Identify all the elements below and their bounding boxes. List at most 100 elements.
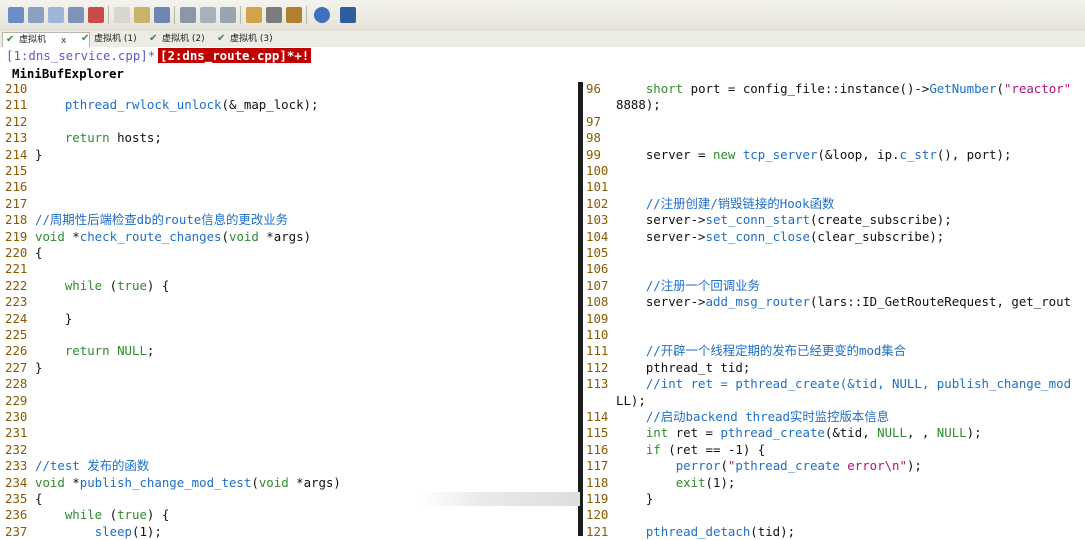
help-icon[interactable] (314, 7, 330, 23)
code-line[interactable]: 211 pthread_rwlock_unlock(&_map_lock); (5, 97, 318, 113)
code-line[interactable]: 237 sleep(1); (5, 524, 162, 540)
line-number: 107 (586, 277, 609, 293)
code-text: if (ret == -1) { (645, 441, 766, 457)
code-line[interactable]: 103 server->set_conn_start(create_subscr… (586, 212, 952, 228)
code-line[interactable]: 8888); (586, 97, 661, 113)
toolbar-separator (240, 6, 241, 24)
find-icon[interactable] (154, 7, 170, 23)
code-line[interactable]: 216 (5, 179, 35, 195)
line-number: 230 (5, 409, 28, 424)
buffer-dns-route[interactable]: [2:dns_route.cpp]*+! (158, 48, 312, 63)
code-text: exit(1); (675, 474, 736, 490)
line-number: 210 (5, 81, 28, 96)
line-number: 101 (586, 179, 609, 195)
code-line[interactable]: 112 pthread_t tid; (586, 360, 750, 376)
code-line[interactable]: 120 (586, 507, 616, 523)
code-line[interactable]: 105 (586, 245, 616, 261)
save-all-icon[interactable] (48, 7, 64, 23)
code-line[interactable]: 121 pthread_detach(tid); (586, 524, 795, 540)
code-line[interactable]: 111 //开辟一个线程定期的发布已经更变的mod集合 (586, 343, 906, 359)
code-line[interactable]: 220 { (5, 245, 42, 261)
save-icon[interactable] (28, 7, 44, 23)
code-line[interactable]: 212 (5, 114, 35, 130)
line-number: 229 (5, 392, 28, 408)
code-text: while (true) { (64, 277, 170, 293)
tab-vm-3[interactable]: ✔ 虚拟机 (3) (214, 32, 292, 47)
tab-vm-1[interactable]: ✔ 虚拟机 (1) (78, 32, 156, 47)
line-number: 96 (586, 81, 601, 96)
code-line[interactable]: 117 perror("pthread_create error\n"); (586, 458, 922, 474)
code-line[interactable]: 222 while (true) { (5, 278, 169, 294)
code-line[interactable]: LL); (586, 393, 646, 409)
code-line[interactable]: 113 //int ret = pthread_create(&tid, NUL… (586, 376, 1071, 392)
code-line[interactable]: 223 (5, 294, 35, 310)
code-line[interactable]: 101 (586, 179, 616, 195)
minibufexplorer-title: MiniBufExplorer (12, 66, 124, 81)
code-line[interactable]: 227} (5, 360, 42, 376)
make-icon[interactable] (220, 7, 236, 23)
code-line[interactable]: 217 (5, 196, 35, 212)
code-text: server->set_conn_start(create_subscribe)… (616, 212, 952, 228)
code-line[interactable]: 213 return hosts; (5, 130, 162, 146)
paste-icon[interactable] (134, 7, 150, 23)
code-line[interactable]: 98 (586, 130, 616, 146)
open-icon[interactable] (8, 7, 24, 23)
tag-icon[interactable] (246, 7, 262, 23)
code-line[interactable]: 115 int ret = pthread_create(&tid, NULL,… (586, 425, 982, 441)
tab-vm-2[interactable]: ✔ 虚拟机 (2) (146, 32, 224, 47)
code-line[interactable]: 235 { (5, 491, 42, 507)
code-line[interactable]: 119 } (586, 491, 653, 507)
print-icon[interactable] (180, 7, 196, 23)
code-line[interactable]: 99 server = new tcp_server(&loop, ip.c_s… (586, 147, 1011, 163)
line-number: 212 (5, 113, 28, 129)
code-line[interactable]: 233 //test 发布的函数 (5, 458, 149, 474)
code-line[interactable]: 108 server->add_msg_router(lars::ID_GetR… (586, 294, 1071, 310)
check-icon: ✔ (149, 33, 158, 44)
code-line[interactable]: 229 (5, 393, 35, 409)
line-number: 99 (586, 146, 601, 162)
close-file-icon[interactable] (88, 7, 104, 23)
code-line[interactable]: 226 return NULL; (5, 343, 154, 359)
code-line[interactable]: 97 (586, 114, 616, 130)
code-line[interactable]: 104 server->set_conn_close(clear_subscri… (586, 229, 944, 245)
tab-vm[interactable]: ✔ 虚拟机 x (2, 32, 90, 48)
code-line[interactable]: 215 (5, 163, 35, 179)
window-split-divider[interactable] (578, 82, 583, 536)
undo-icon[interactable] (114, 7, 130, 23)
code-line[interactable]: 228 (5, 376, 35, 392)
code-text: return NULL; (64, 343, 155, 359)
code-line[interactable]: 118 exit(1); (586, 475, 735, 491)
line-number: 118 (586, 474, 609, 490)
wizard-icon[interactable] (286, 7, 302, 23)
code-line[interactable]: 221 (5, 261, 35, 277)
line-number: 236 (5, 507, 28, 523)
code-line[interactable]: 225 (5, 327, 35, 343)
code-line[interactable]: 114 //启动backend thread实时监控版本信息 (586, 409, 889, 425)
code-line[interactable]: 116 if (ret == -1) { (586, 442, 765, 458)
code-line[interactable]: 231 (5, 425, 35, 441)
code-text: short port = config_file::instance()->Ge… (645, 81, 1072, 96)
code-line[interactable]: 214} (5, 147, 42, 163)
code-line[interactable]: 219 void *check_route_changes(void *args) (5, 229, 311, 245)
code-line[interactable]: 100 (586, 163, 616, 179)
code-line[interactable]: 110 (586, 327, 616, 343)
fullscreen-icon[interactable] (340, 7, 356, 23)
code-line[interactable]: 232 (5, 442, 35, 458)
line-number: 218 (5, 212, 28, 228)
code-line[interactable]: 234 void *publish_change_mod_test(void *a… (5, 475, 341, 491)
tools-icon[interactable] (266, 7, 282, 23)
run-script-icon[interactable] (200, 7, 216, 23)
code-line[interactable]: 107 //注册一个回调业务 (586, 278, 760, 294)
code-line[interactable]: 236 while (true) { (5, 507, 169, 523)
code-line[interactable]: 102 //注册创建/销毁链接的Hook函数 (586, 196, 834, 212)
code-line[interactable]: 109 (586, 311, 616, 327)
buffer-dns-service[interactable]: [1:dns_service.cpp]* (6, 48, 155, 63)
code-line[interactable]: 230 (5, 409, 35, 425)
code-line[interactable]: 210 (5, 81, 35, 97)
code-line[interactable]: 218 //周期性后端检查db的route信息的更改业务 (5, 212, 288, 228)
code-line[interactable]: 96 short port = config_file::instance()-… (586, 81, 1071, 97)
close-icon[interactable]: x (61, 34, 66, 48)
code-line[interactable]: 224 } (5, 311, 72, 327)
session-icon[interactable] (68, 7, 84, 23)
code-line[interactable]: 106 (586, 261, 616, 277)
